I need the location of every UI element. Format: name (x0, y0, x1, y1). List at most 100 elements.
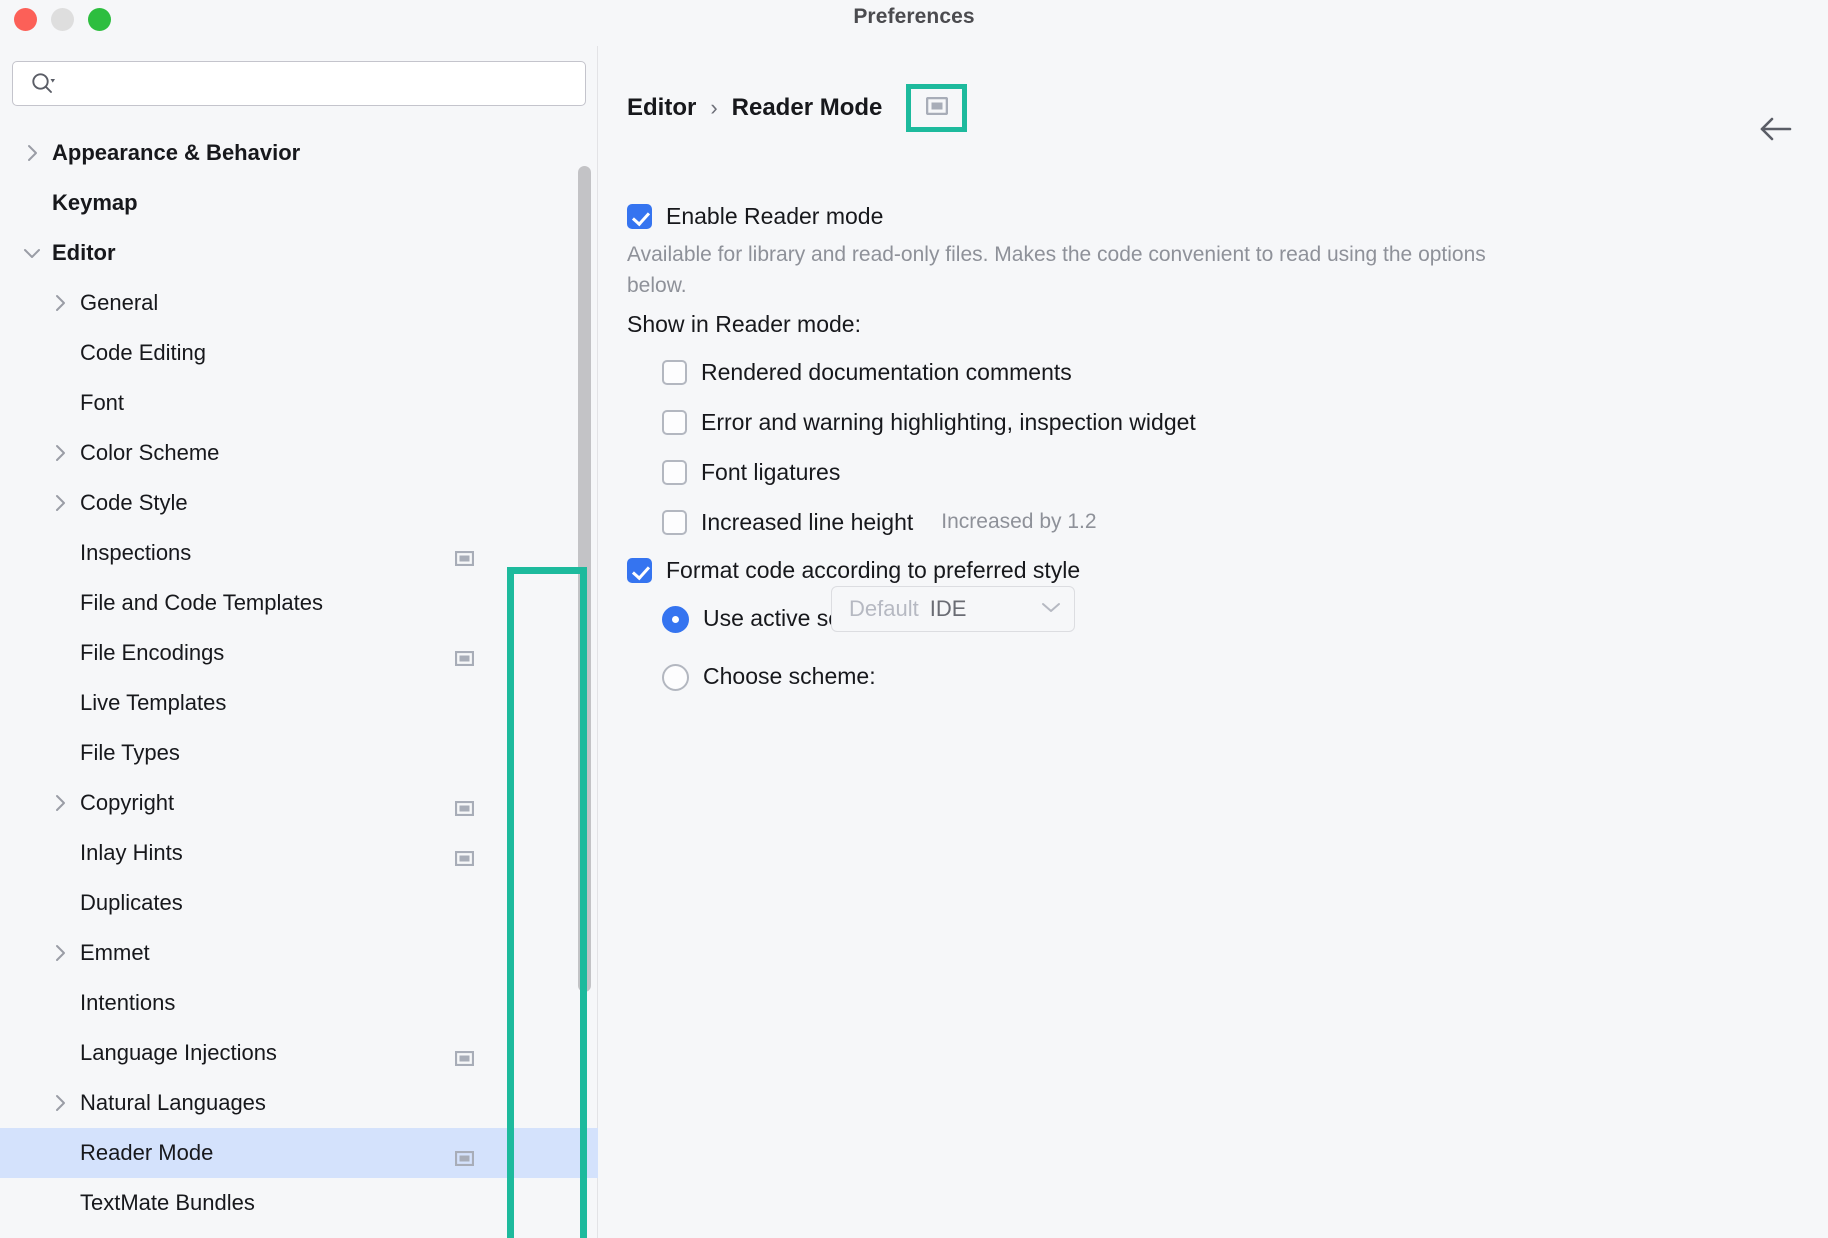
chevron-right-icon[interactable] (49, 492, 71, 514)
sidebar-item-code-editing[interactable]: Code Editing (0, 328, 598, 378)
reader-mode-hint: Available for library and read-only file… (627, 239, 1547, 301)
sidebar-item-label: Inspections (0, 540, 191, 566)
scheme-select-value: IDE (930, 596, 967, 622)
sidebar-item-natural-languages[interactable]: Natural Languages (0, 1078, 598, 1128)
sidebar-item-color-scheme[interactable]: Color Scheme (0, 428, 598, 478)
format-code-row[interactable]: Format code according to preferred style (627, 555, 1080, 585)
sidebar-item-label: Intentions (0, 990, 175, 1016)
sidebar-item-editor[interactable]: Editor (0, 228, 598, 278)
settings-content-panel: Editor › Reader Mode Enable Reader m (599, 46, 1828, 1238)
sidebar-item-textmate-bundles[interactable]: TextMate Bundles (0, 1178, 598, 1228)
enable-reader-mode-row[interactable]: Enable Reader mode (627, 201, 883, 231)
error-and-warning-highlighting-label: Error and warning highlighting, inspecti… (701, 407, 1196, 437)
preferences-window: Preferences Appearance & Behavior Keymap E… (0, 0, 1828, 1238)
scheme-select[interactable]: Default IDE (831, 586, 1075, 632)
sidebar-item-label: Keymap (0, 190, 138, 216)
sidebar-item-appearance-behavior[interactable]: Appearance & Behavior (0, 128, 598, 178)
error-and-warning-highlighting-checkbox[interactable] (662, 410, 687, 435)
project-ide-scope-icon[interactable] (455, 1146, 474, 1161)
chevron-right-icon[interactable] (49, 442, 71, 464)
sidebar-item-label: File Types (0, 740, 180, 766)
choose-scheme-row[interactable]: Choose scheme: (662, 661, 876, 691)
chevron-right-icon[interactable] (49, 292, 71, 314)
breadcrumb-separator: › (710, 95, 717, 121)
option-row-increased-line-height[interactable]: Increased line height Increased by 1.2 (662, 507, 1097, 537)
option-row-rendered-documentation-comments[interactable]: Rendered documentation comments (662, 357, 1072, 387)
sidebar-item-label: Language Injections (0, 1040, 277, 1066)
option-row-error-and-warning-highlighting[interactable]: Error and warning highlighting, inspecti… (662, 407, 1196, 437)
chevron-down-icon[interactable] (21, 242, 43, 264)
project-ide-scope-icon[interactable] (455, 546, 474, 561)
sidebar-item-label: Appearance & Behavior (0, 140, 300, 166)
sidebar-item-label: Live Templates (0, 690, 226, 716)
sidebar-item-file-types[interactable]: File Types (0, 728, 598, 778)
project-ide-scope-icon[interactable] (926, 94, 948, 122)
sidebar-item-file-encodings[interactable]: File Encodings (0, 628, 598, 678)
increased-line-height-checkbox[interactable] (662, 510, 687, 535)
sidebar-item-label: Inlay Hints (0, 840, 183, 866)
increased-line-height-note: Increased by 1.2 (941, 507, 1096, 537)
sidebar-item-label: Duplicates (0, 890, 183, 916)
sidebar-item-intentions[interactable]: Intentions (0, 978, 598, 1028)
sidebar-item-label: File and Code Templates (0, 590, 323, 616)
sidebar-item-live-templates[interactable]: Live Templates (0, 678, 598, 728)
format-code-checkbox[interactable] (627, 558, 652, 583)
scheme-select-placeholder: Default (849, 596, 919, 622)
sidebar-scrollbar[interactable] (578, 166, 591, 992)
settings-tree[interactable]: Appearance & Behavior Keymap Editor General… (0, 128, 598, 1238)
settings-sidebar: Appearance & Behavior Keymap Editor General… (0, 46, 598, 1238)
show-in-reader-mode-label: Show in Reader mode: (627, 311, 861, 338)
sidebar-item-label: Font (0, 390, 124, 416)
increased-line-height-label: Increased line height (701, 507, 913, 537)
chevron-right-icon[interactable] (49, 792, 71, 814)
breadcrumb-current: Reader Mode (732, 94, 883, 122)
sidebar-item-general[interactable]: General (0, 278, 598, 328)
sidebar-item-reader-mode[interactable]: Reader Mode (0, 1128, 598, 1178)
sidebar-item-code-style[interactable]: Code Style (0, 478, 598, 528)
sidebar-item-label: Code Editing (0, 340, 206, 366)
sidebar-item-emmet[interactable]: Emmet (0, 928, 598, 978)
sidebar-item-language-injections[interactable]: Language Injections (0, 1028, 598, 1078)
sidebar-item-label: TextMate Bundles (0, 1190, 255, 1216)
sidebar-item-label: Emmet (0, 940, 150, 966)
search-input[interactable] (62, 73, 542, 95)
sidebar-item-label: Natural Languages (0, 1090, 266, 1116)
search-box[interactable] (12, 61, 586, 106)
window-title: Preferences (0, 5, 1828, 29)
project-ide-scope-icon[interactable] (455, 846, 474, 861)
sidebar-item-label: Copyright (0, 790, 174, 816)
chevron-right-icon[interactable] (21, 142, 43, 164)
sidebar-item-label: Color Scheme (0, 440, 219, 466)
chevron-right-icon[interactable] (49, 1092, 71, 1114)
sidebar-item-label: Code Style (0, 490, 188, 516)
project-ide-scope-icon[interactable] (455, 796, 474, 811)
choose-scheme-radio[interactable] (662, 664, 689, 691)
title-bar: Preferences (0, 0, 1828, 46)
sidebar-item-inlay-hints[interactable]: Inlay Hints (0, 828, 598, 878)
sidebar-item-duplicates[interactable]: Duplicates (0, 878, 598, 928)
use-active-scheme-radio[interactable] (662, 606, 689, 633)
sidebar-item-label: General (0, 290, 158, 316)
sidebar-item-file-and-code-templates[interactable]: File and Code Templates (0, 578, 598, 628)
sidebar-item-inspections[interactable]: Inspections (0, 528, 598, 578)
breadcrumb-scope-icon-highlight (906, 84, 967, 132)
chevron-right-icon[interactable] (49, 942, 71, 964)
sidebar-item-label: Editor (0, 240, 116, 266)
enable-reader-mode-label: Enable Reader mode (666, 201, 883, 231)
breadcrumb-parent[interactable]: Editor (627, 94, 696, 122)
option-row-font-ligatures[interactable]: Font ligatures (662, 457, 840, 487)
font-ligatures-label: Font ligatures (701, 457, 840, 487)
project-ide-scope-icon[interactable] (455, 1046, 474, 1061)
rendered-documentation-comments-label: Rendered documentation comments (701, 357, 1072, 387)
font-ligatures-checkbox[interactable] (662, 460, 687, 485)
sidebar-item-label: Reader Mode (0, 1140, 213, 1166)
choose-scheme-label: Choose scheme: (703, 661, 876, 691)
sidebar-item-keymap[interactable]: Keymap (0, 178, 598, 228)
chevron-down-icon[interactable] (1040, 600, 1062, 619)
sidebar-item-font[interactable]: Font (0, 378, 598, 428)
project-ide-scope-icon[interactable] (455, 646, 474, 661)
sidebar-item-copyright[interactable]: Copyright (0, 778, 598, 828)
enable-reader-mode-checkbox[interactable] (627, 204, 652, 229)
rendered-documentation-comments-checkbox[interactable] (662, 360, 687, 385)
back-button[interactable] (1757, 110, 1795, 148)
